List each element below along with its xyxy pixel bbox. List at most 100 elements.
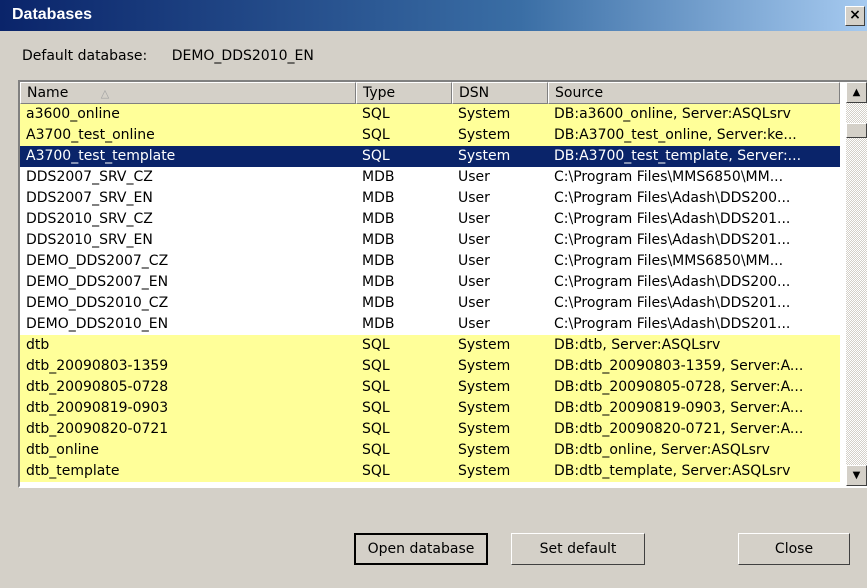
cell-type: SQL	[362, 421, 390, 437]
table-row[interactable]: DDS2007_SRV_EN MDB User C:\Program Files\Ad…	[20, 188, 840, 209]
table-row[interactable]: DEMO_DDS2010_CZ MDB User C:\Program Files\A…	[20, 293, 840, 314]
cell-source: C:\Program Files\Adash\DDS201...	[554, 211, 791, 227]
cell-source: C:\Program Files\MMS6850\MM...	[554, 169, 784, 185]
cell-type: SQL	[362, 379, 390, 395]
cell-source: DB:dtb_online, Server:ASQLsrv	[554, 442, 770, 458]
cell-type: SQL	[362, 127, 390, 143]
cell-dsn: System	[458, 400, 511, 416]
cell-name: dtb	[26, 337, 50, 353]
close-window-button[interactable]: ×	[845, 6, 865, 26]
cell-name: DDS2007_SRV_CZ	[26, 169, 153, 185]
cell-type: MDB	[362, 169, 395, 185]
cell-type: SQL	[362, 463, 390, 479]
table-row[interactable]: dtb SQL System DB:dtb, Server:ASQLsrv	[20, 335, 840, 356]
set-default-button[interactable]: Set default	[511, 533, 645, 565]
cell-type: MDB	[362, 274, 395, 290]
cell-dsn: User	[458, 295, 490, 311]
cell-dsn: System	[458, 379, 511, 395]
cell-dsn: System	[458, 106, 511, 122]
arrow-down-icon: ▼	[852, 470, 861, 481]
close-button[interactable]: Close	[738, 533, 850, 565]
table-row[interactable]: dtb_20090819-0903 SQL System DB:dtb_2009081…	[20, 398, 840, 419]
table-row[interactable]: a3600_online SQL System DB:a3600_online, Se…	[20, 104, 840, 125]
column-header-dsn[interactable]: DSN	[452, 82, 548, 104]
cell-source: DB:a3600_online, Server:ASQLsrv	[554, 106, 791, 122]
column-header-source[interactable]: Source	[548, 82, 840, 104]
column-header-label: Name	[27, 85, 69, 101]
default-database-row: Default database: DEMO_DDS2010_EN	[22, 48, 314, 64]
cell-source: C:\Program Files\MMS6850\MM...	[554, 253, 784, 269]
table-row[interactable]: A3700_test_online SQL System DB:A3700_test_…	[20, 125, 840, 146]
table-row[interactable]: DEMO_DDS2007_CZ MDB User C:\Program Files\M…	[20, 251, 840, 272]
open-database-button[interactable]: Open database	[354, 533, 488, 565]
scroll-up-button[interactable]: ▲	[846, 82, 867, 103]
column-header-type[interactable]: Type	[356, 82, 452, 104]
cell-name: DEMO_DDS2007_CZ	[26, 253, 169, 269]
cell-source: C:\Program Files\Adash\DDS201...	[554, 295, 791, 311]
cell-dsn: System	[458, 442, 511, 458]
cell-dsn: User	[458, 274, 490, 290]
cell-name: DDS2010_SRV_CZ	[26, 211, 153, 227]
cell-name: DEMO_DDS2010_EN	[26, 316, 169, 332]
list-rows: a3600_online SQL System DB:a3600_online, Se…	[20, 104, 840, 482]
cell-name: DEMO_DDS2007_EN	[26, 274, 169, 290]
default-database-value: DEMO_DDS2010_EN	[171, 48, 314, 64]
table-row[interactable]: dtb_online SQL System DB:dtb_online, Server…	[20, 440, 840, 461]
cell-source: C:\Program Files\Adash\DDS201...	[554, 316, 791, 332]
cell-type: MDB	[362, 232, 395, 248]
cell-source: C:\Program Files\Adash\DDS201...	[554, 232, 791, 248]
cell-source: DB:dtb_20090819-0903, Server:A...	[554, 400, 804, 416]
cell-name: dtb_20090819-0903	[26, 400, 169, 416]
database-list[interactable]: Name △ Type DSN Source a3600_online SQL Sy…	[18, 80, 867, 488]
cell-dsn: System	[458, 127, 511, 143]
scroll-down-button[interactable]: ▼	[846, 465, 867, 486]
cell-dsn: User	[458, 190, 490, 206]
table-row[interactable]: A3700_test_template SQL System DB:A3700_tes…	[20, 146, 840, 167]
table-row[interactable]: DDS2007_SRV_CZ MDB User C:\Program Files\MM…	[20, 167, 840, 188]
column-header-label: Source	[555, 85, 604, 101]
cell-name: DDS2010_SRV_EN	[26, 232, 153, 248]
table-row[interactable]: DDS2010_SRV_EN MDB User C:\Program Files\Ad…	[20, 230, 840, 251]
cell-name: dtb_online	[26, 442, 99, 458]
title-bar[interactable]: Databases ×	[0, 0, 867, 31]
table-row[interactable]: dtb_template SQL System DB:dtb_template, Se…	[20, 461, 840, 482]
scroll-thumb[interactable]	[846, 123, 867, 138]
arrow-up-icon: ▲	[852, 87, 861, 98]
column-header-label: DSN	[459, 85, 490, 101]
cell-type: SQL	[362, 442, 390, 458]
vertical-scrollbar[interactable]: ▲ ▼	[846, 82, 867, 486]
table-row[interactable]: DEMO_DDS2010_EN MDB User C:\Program Files\A…	[20, 314, 840, 335]
cell-source: DB:dtb_20090803-1359, Server:A...	[554, 358, 804, 374]
table-row[interactable]: dtb_20090820-0721 SQL System DB:dtb_2009082…	[20, 419, 840, 440]
cell-source: DB:dtb_20090820-0721, Server:A...	[554, 421, 804, 437]
table-row[interactable]: DDS2010_SRV_CZ MDB User C:\Program Files\Ad…	[20, 209, 840, 230]
cell-type: MDB	[362, 253, 395, 269]
cell-source: DB:dtb_template, Server:ASQLsrv	[554, 463, 791, 479]
cell-dsn: User	[458, 211, 490, 227]
cell-type: SQL	[362, 400, 390, 416]
cell-name: A3700_test_online	[26, 127, 155, 143]
column-header-name[interactable]: Name △	[20, 82, 356, 104]
table-row[interactable]: dtb_20090805-0728 SQL System DB:dtb_2009080…	[20, 377, 840, 398]
cell-type: MDB	[362, 211, 395, 227]
cell-type: SQL	[362, 148, 390, 164]
list-header: Name △ Type DSN Source	[20, 82, 840, 104]
cell-name: dtb_20090803-1359	[26, 358, 169, 374]
cell-source: DB:dtb, Server:ASQLsrv	[554, 337, 721, 353]
cell-name: dtb_20090805-0728	[26, 379, 169, 395]
cell-source: DB:dtb_20090805-0728, Server:A...	[554, 379, 804, 395]
window-title: Databases	[12, 6, 93, 23]
cell-dsn: System	[458, 337, 511, 353]
cell-name: a3600_online	[26, 106, 120, 122]
cell-dsn: System	[458, 463, 511, 479]
cell-name: dtb_template	[26, 463, 120, 479]
cell-source: DB:A3700_test_template, Server:...	[554, 148, 802, 164]
cell-dsn: User	[458, 253, 490, 269]
cell-type: SQL	[362, 106, 390, 122]
table-row[interactable]: dtb_20090803-1359 SQL System DB:dtb_2009080…	[20, 356, 840, 377]
cell-name: DEMO_DDS2010_CZ	[26, 295, 169, 311]
table-row[interactable]: DEMO_DDS2007_EN MDB User C:\Program Files\A…	[20, 272, 840, 293]
cell-dsn: User	[458, 232, 490, 248]
cell-type: MDB	[362, 316, 395, 332]
cell-source: C:\Program Files\Adash\DDS200...	[554, 190, 791, 206]
